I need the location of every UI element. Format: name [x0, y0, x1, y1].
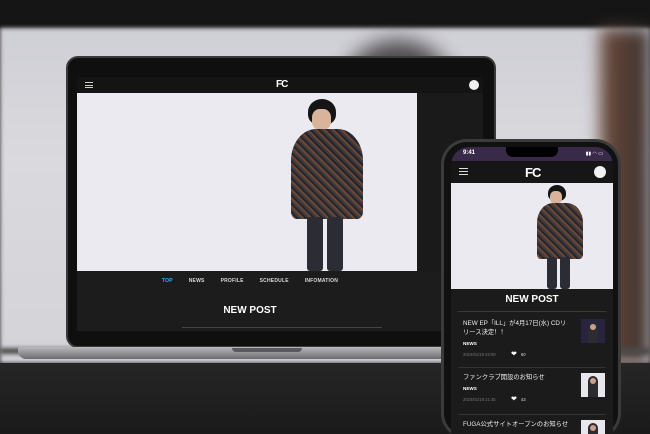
- post-thumbnail[interactable]: [581, 420, 605, 434]
- laptop-notch: [232, 348, 302, 352]
- avatar[interactable]: [469, 80, 479, 90]
- nav-news[interactable]: NEWS: [189, 278, 205, 284]
- nav-top[interactable]: TOP: [162, 278, 173, 284]
- menu-icon[interactable]: [459, 168, 468, 175]
- post-divider: [458, 367, 606, 368]
- post-title[interactable]: NEW EP「ILL」が4月17日(水) CDリリース決定！！: [463, 319, 569, 337]
- like-count: 60: [520, 352, 526, 357]
- hero-image: [77, 93, 417, 271]
- post-thumbnail[interactable]: [581, 319, 605, 343]
- artist-photo: [535, 185, 585, 289]
- site-logo[interactable]: FC: [525, 165, 541, 180]
- heart-icon[interactable]: ❤: [511, 351, 517, 358]
- global-nav: TOP NEWS PROFILE SCHEDULE INFOMATION: [77, 271, 483, 291]
- post-date: 2024/01/19 22:00: [463, 352, 496, 357]
- post-date: 2024/01/19 21:45: [463, 397, 496, 402]
- hero-image: [451, 183, 613, 289]
- phone-header: FC: [451, 161, 613, 183]
- heart-icon[interactable]: ❤: [511, 396, 517, 403]
- status-icons: ▮▮ ◠ ▭: [585, 151, 603, 157]
- site-logo[interactable]: FC: [276, 79, 288, 90]
- post-divider: [458, 414, 606, 415]
- post-thumbnail[interactable]: [581, 373, 605, 397]
- laptop-header: FC: [77, 77, 483, 93]
- backdrop-top-band: [0, 0, 650, 28]
- laptop-screen: FC TOP NEWS PROFILE SCHEDULE INFOMATION …: [77, 77, 483, 331]
- divider: [182, 327, 382, 328]
- section-title: NEW POST: [505, 294, 559, 305]
- avatar[interactable]: [594, 166, 606, 178]
- post-meta: 2024/01/19 21:45 ❤ 43: [463, 396, 605, 403]
- phone-notch: [506, 147, 558, 157]
- phone-screen: 9:41 ▮▮ ◠ ▭ FC NEW POST NEW EP「ILL」が4月17…: [451, 147, 613, 434]
- section-title: NEW POST: [223, 305, 277, 316]
- nav-infomation[interactable]: INFOMATION: [305, 278, 338, 284]
- post-item[interactable]: FUGA公式サイトオープンのお知らせ: [463, 420, 605, 434]
- post-item[interactable]: NEW EP「ILL」が4月17日(水) CDリリース決定！！ NEWS 202…: [463, 319, 605, 358]
- post-meta: 2024/01/19 22:00 ❤ 60: [463, 351, 605, 358]
- nav-profile[interactable]: PROFILE: [221, 278, 244, 284]
- divider: [458, 311, 606, 312]
- like-count: 43: [520, 397, 526, 402]
- nav-schedule[interactable]: SCHEDULE: [260, 278, 289, 284]
- status-time: 9:41: [463, 150, 476, 156]
- post-item[interactable]: ファンクラブ開設のお知らせ NEWS 2024/01/19 21:45 ❤ 43: [463, 373, 605, 403]
- post-title[interactable]: FUGA公式サイトオープンのお知らせ: [463, 420, 569, 429]
- menu-icon[interactable]: [85, 82, 93, 88]
- post-title[interactable]: ファンクラブ開設のお知らせ: [463, 373, 569, 382]
- artist-photo: [287, 99, 367, 271]
